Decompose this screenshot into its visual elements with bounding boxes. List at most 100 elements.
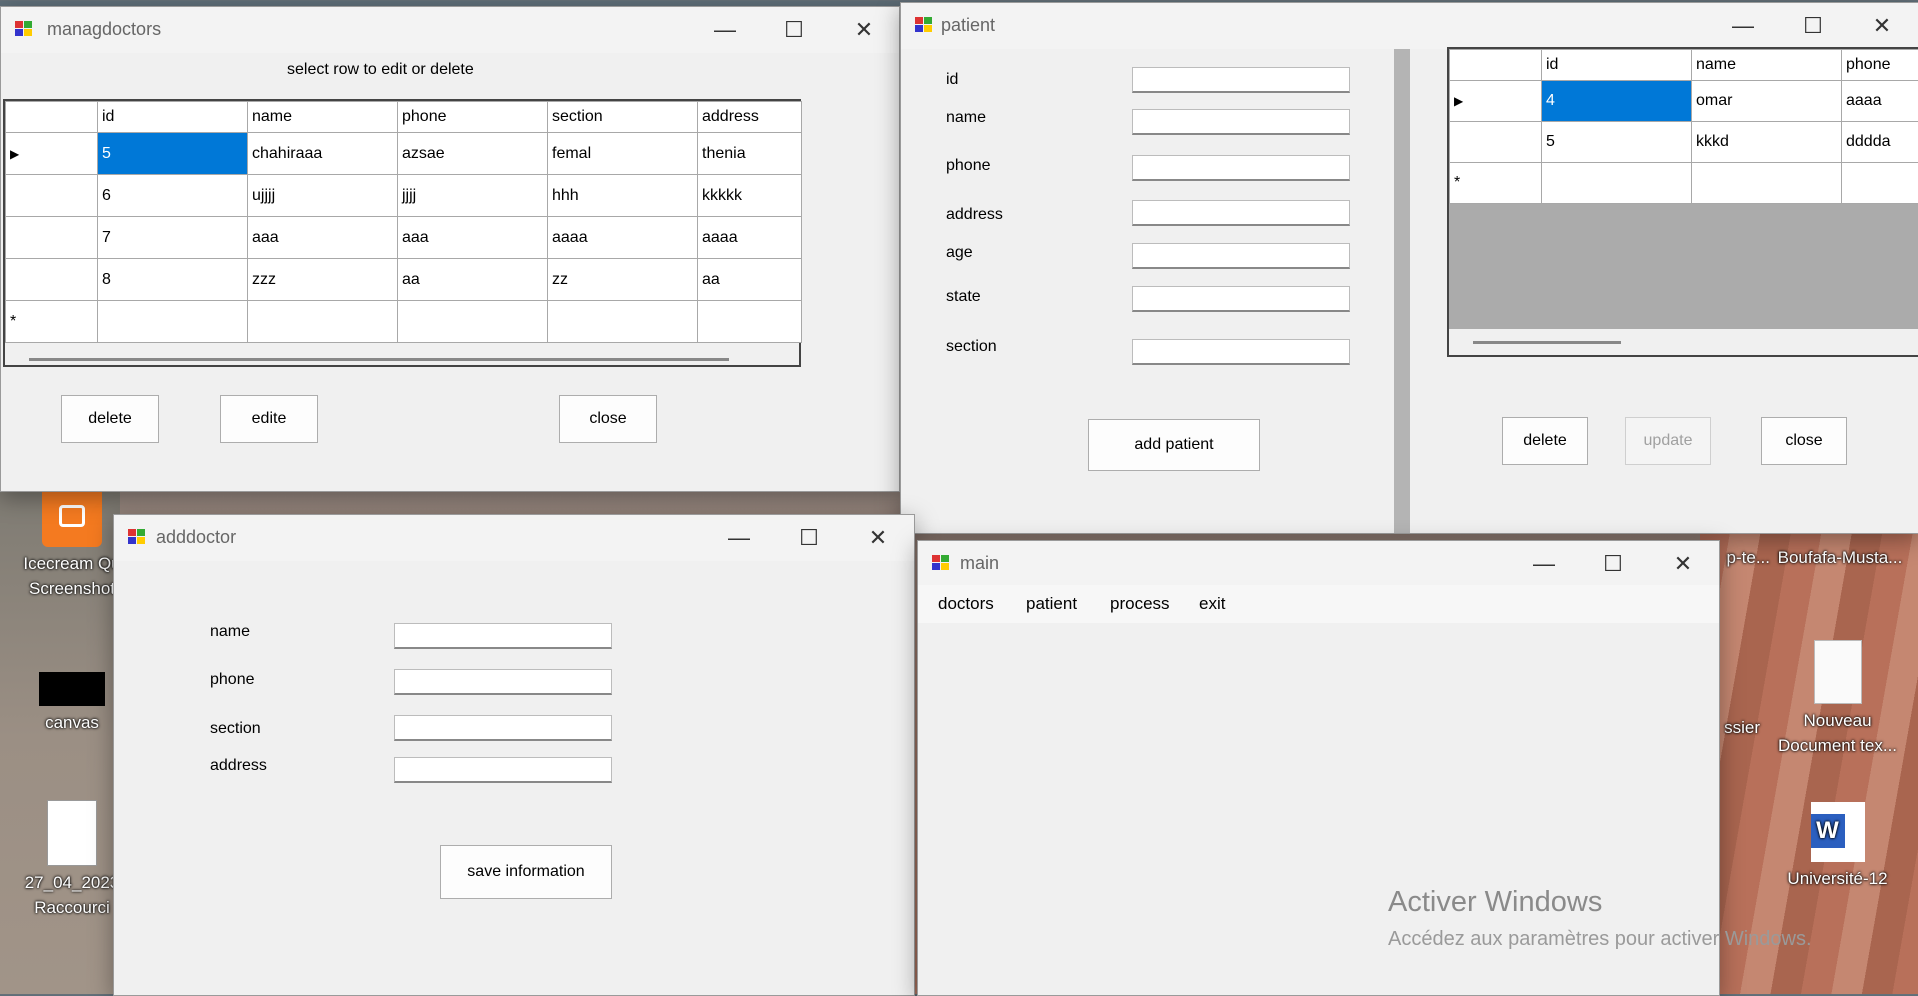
update-button[interactable]: update	[1625, 417, 1711, 465]
table-cell[interactable]: aaa	[398, 217, 548, 259]
table-row[interactable]: ▶ 4 omar aaaa	[1450, 81, 1918, 122]
close-button[interactable]: close	[1761, 417, 1847, 465]
patient-titlebar[interactable]: patient — ☐ ✕	[901, 3, 1918, 49]
new-row-marker[interactable]: *	[6, 301, 98, 343]
maximize-button[interactable]: ☐	[781, 521, 837, 555]
patient-window[interactable]: patient — ☐ ✕ id name phone address age …	[900, 2, 1918, 534]
table-cell[interactable]: aa	[398, 259, 548, 301]
table-cell[interactable]	[1842, 163, 1918, 204]
id-input[interactable]	[1132, 67, 1350, 93]
delete-button[interactable]: delete	[1502, 417, 1588, 465]
table-cell[interactable]: omar	[1692, 81, 1842, 122]
column-header[interactable]: id	[98, 102, 248, 133]
table-cell[interactable]: femal	[548, 133, 698, 175]
phone-input[interactable]	[394, 669, 612, 695]
table-cell[interactable]: kkkkk	[698, 175, 802, 217]
section-input[interactable]	[1132, 339, 1350, 365]
table-cell[interactable]: zz	[548, 259, 698, 301]
column-header[interactable]: phone	[398, 102, 548, 133]
horizontal-scrollbar[interactable]	[29, 358, 729, 361]
desktop-icon-pdf[interactable]: Boufafa-Musta...	[1770, 545, 1910, 570]
adddoctor-titlebar[interactable]: adddoctor — ☐ ✕	[114, 515, 914, 561]
close-window-button[interactable]: ✕	[1655, 547, 1711, 581]
new-row[interactable]: *	[1450, 163, 1918, 204]
column-header[interactable]: phone	[1842, 50, 1918, 81]
row-selector[interactable]	[1450, 122, 1542, 163]
edit-button[interactable]: edite	[220, 395, 318, 443]
table-cell[interactable]: jjjj	[398, 175, 548, 217]
close-button[interactable]: close	[559, 395, 657, 443]
maximize-button[interactable]: ☐	[1785, 9, 1841, 43]
row-selector[interactable]: ▶	[6, 133, 98, 175]
vertical-splitter[interactable]	[1394, 49, 1410, 533]
desktop-icon-textdoc[interactable]: Nouveau Document tex...	[1770, 640, 1905, 758]
table-cell[interactable]: azsae	[398, 133, 548, 175]
menu-item-exit[interactable]: exit	[1199, 594, 1225, 614]
row-selector[interactable]	[6, 175, 98, 217]
table-cell[interactable]: 7	[98, 217, 248, 259]
table-row[interactable]: 8 zzz aa zz aa	[6, 259, 802, 301]
doctors-grid[interactable]: id name phone section address ▶ 5 chahir…	[3, 99, 801, 367]
table-cell[interactable]: aaaa	[1842, 81, 1918, 122]
row-selector[interactable]	[6, 259, 98, 301]
table-cell[interactable]: 4	[1542, 81, 1692, 122]
table-cell[interactable]: 5	[1542, 122, 1692, 163]
horizontal-scrollbar[interactable]	[1473, 341, 1621, 344]
table-cell[interactable]: aaa	[248, 217, 398, 259]
table-row[interactable]: 7 aaa aaa aaaa aaaa	[6, 217, 802, 259]
close-window-button[interactable]: ✕	[1854, 9, 1910, 43]
name-input[interactable]	[394, 623, 612, 649]
state-input[interactable]	[1132, 286, 1350, 312]
save-information-button[interactable]: save information	[440, 845, 612, 899]
table-cell[interactable]: kkkd	[1692, 122, 1842, 163]
table-cell[interactable]: aaaa	[548, 217, 698, 259]
menu-item-doctors[interactable]: doctors	[938, 594, 994, 614]
address-input[interactable]	[1132, 200, 1350, 226]
column-header[interactable]: section	[548, 102, 698, 133]
table-cell[interactable]	[248, 301, 398, 343]
table-cell[interactable]: zzz	[248, 259, 398, 301]
close-window-button[interactable]: ✕	[850, 521, 906, 555]
table-cell[interactable]: chahiraaa	[248, 133, 398, 175]
close-window-button[interactable]: ✕	[836, 13, 892, 47]
minimize-button[interactable]: —	[1516, 547, 1572, 581]
table-cell[interactable]	[698, 301, 802, 343]
column-header[interactable]: id	[1542, 50, 1692, 81]
table-cell[interactable]: dddda	[1842, 122, 1918, 163]
managdoctors-titlebar[interactable]: managdoctors — ☐ ✕	[1, 7, 899, 53]
table-row[interactable]: 6 ujjjj jjjj hhh kkkkk	[6, 175, 802, 217]
section-input[interactable]	[394, 715, 612, 741]
menu-item-patient[interactable]: patient	[1026, 594, 1077, 614]
table-cell[interactable]: ujjjj	[248, 175, 398, 217]
table-cell[interactable]: 8	[98, 259, 248, 301]
table-cell[interactable]: 5	[98, 133, 248, 175]
patients-grid[interactable]: id name phone ▶ 4 omar aaaa 5 kkkd dddda…	[1447, 47, 1918, 357]
managdoctors-window[interactable]: managdoctors — ☐ ✕ select row to edit or…	[0, 6, 900, 492]
main-titlebar[interactable]: main — ☐ ✕	[918, 541, 1719, 587]
table-cell[interactable]: aa	[698, 259, 802, 301]
new-row-marker[interactable]: *	[1450, 163, 1542, 204]
table-cell[interactable]: 6	[98, 175, 248, 217]
grid-scroll-area[interactable]	[1449, 329, 1918, 355]
row-selector[interactable]	[6, 217, 98, 259]
column-header[interactable]: name	[248, 102, 398, 133]
table-cell[interactable]	[1692, 163, 1842, 204]
minimize-button[interactable]: —	[697, 13, 753, 47]
name-input[interactable]	[1132, 109, 1350, 135]
table-row[interactable]: ▶ 5 chahiraaa azsae femal thenia	[6, 133, 802, 175]
minimize-button[interactable]: —	[1715, 9, 1771, 43]
adddoctor-window[interactable]: adddoctor — ☐ ✕ name phone section addre…	[113, 514, 915, 996]
desktop-icon-word[interactable]: W Université-12	[1770, 802, 1905, 891]
table-cell[interactable]: aaaa	[698, 217, 802, 259]
table-cell[interactable]: thenia	[698, 133, 802, 175]
new-row[interactable]: *	[6, 301, 802, 343]
column-header[interactable]: address	[698, 102, 802, 133]
maximize-button[interactable]: ☐	[766, 13, 822, 47]
table-cell[interactable]	[548, 301, 698, 343]
table-cell[interactable]	[1542, 163, 1692, 204]
table-row[interactable]: 5 kkkd dddda	[1450, 122, 1918, 163]
menu-item-process[interactable]: process	[1110, 594, 1170, 614]
minimize-button[interactable]: —	[711, 521, 767, 555]
delete-button[interactable]: delete	[61, 395, 159, 443]
maximize-button[interactable]: ☐	[1585, 547, 1641, 581]
